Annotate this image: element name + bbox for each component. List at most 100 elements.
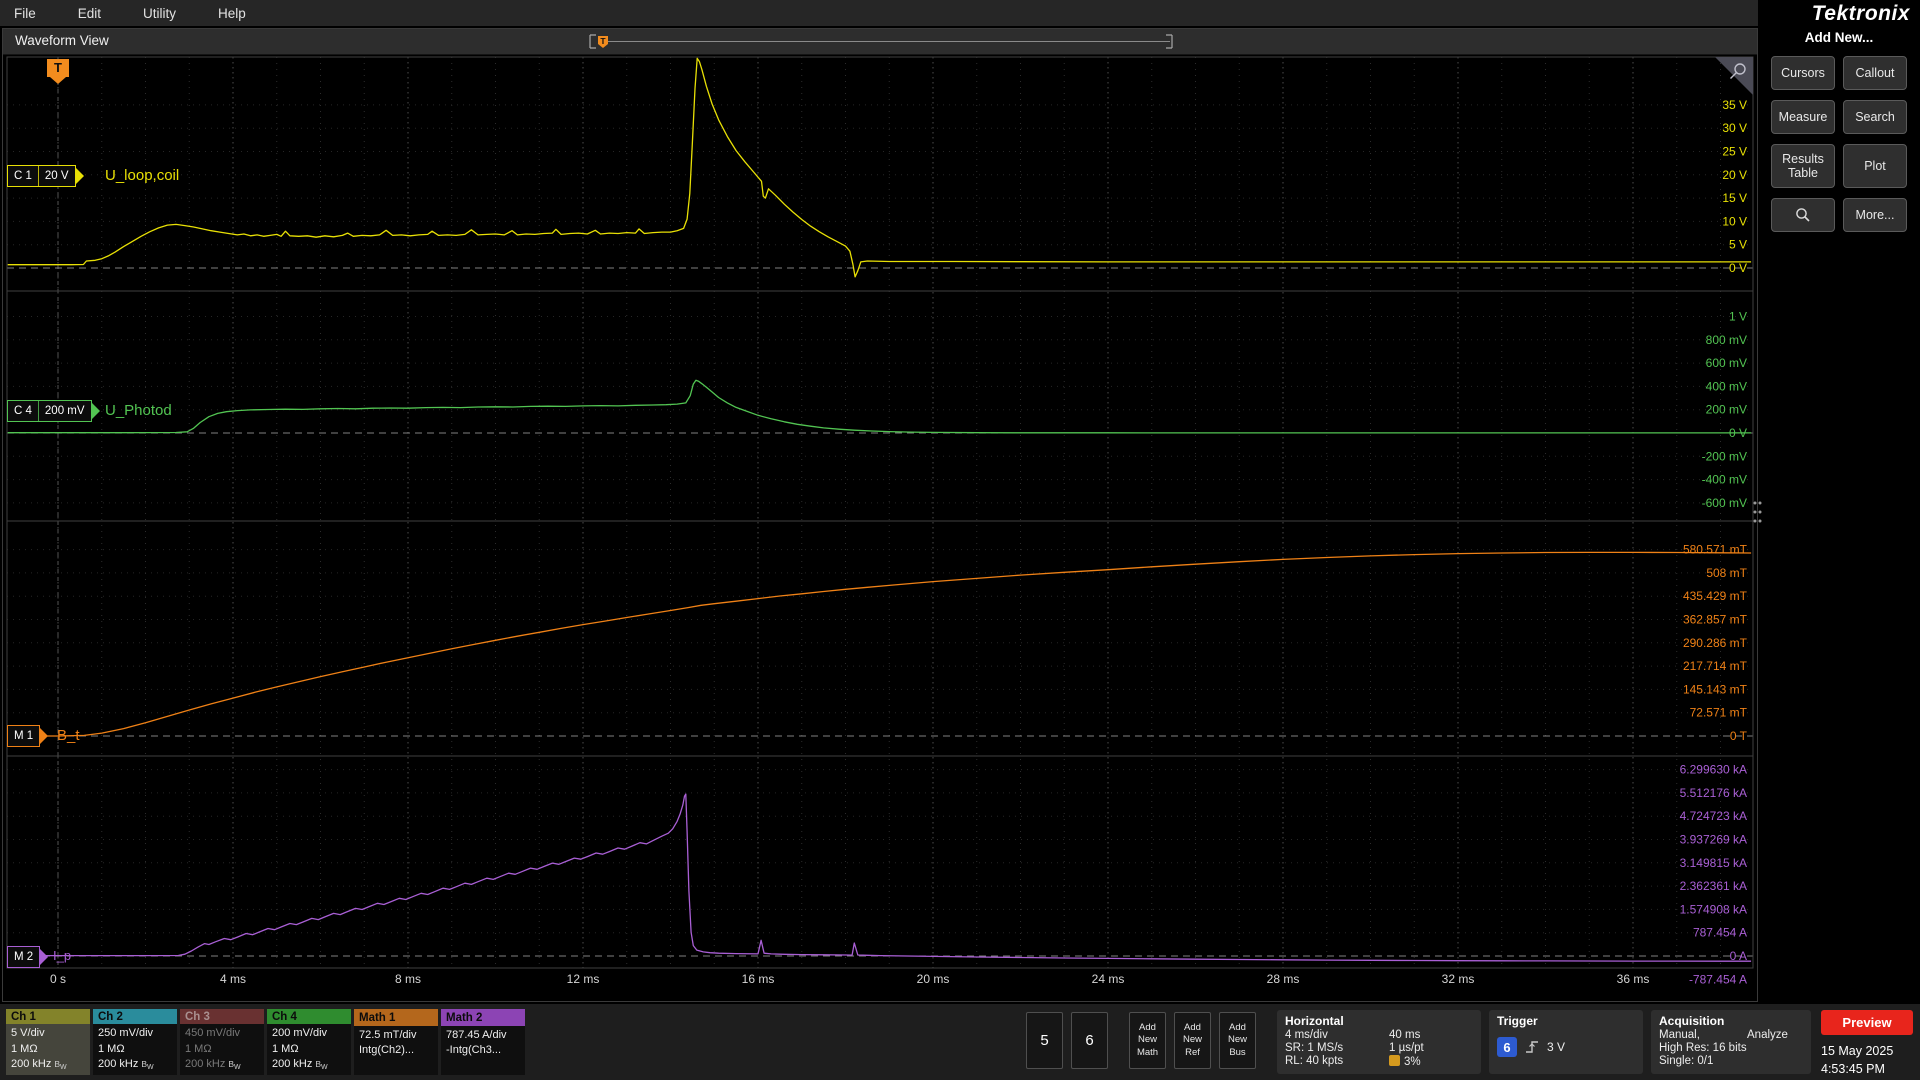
acquisition-run-mode: Manual, [1659, 1029, 1700, 1041]
ch3-settings-badge[interactable]: Ch 3 450 mV/div 1 MΩ 200 kHz BW [180, 1009, 264, 1075]
math2-badge-title: Math 2 [441, 1009, 525, 1026]
ch2-settings-badge[interactable]: Ch 2 250 mV/div 1 MΩ 200 kHz BW [93, 1009, 177, 1075]
menu-file[interactable]: File [0, 6, 57, 21]
channel1-badge-scale: 20 V [44, 170, 69, 182]
svg-text:4 ms: 4 ms [220, 972, 246, 986]
horizontal-position-indicator[interactable]: T [584, 33, 1178, 51]
math2-badge[interactable]: M 2 [7, 946, 41, 968]
overview-trigger-letter: T [600, 36, 606, 46]
svg-text:787.454 A: 787.454 A [1693, 926, 1747, 940]
horizontal-panel-title: Horizontal [1285, 1014, 1344, 1028]
results-table-button[interactable]: Results Table [1771, 144, 1835, 188]
slot-5-button[interactable]: 5 [1026, 1012, 1063, 1069]
svg-text:3.937269 kA: 3.937269 kA [1680, 833, 1747, 847]
acquisition-mode: High Res: 16 bits [1659, 1042, 1747, 1054]
math1-badge-title: Math 1 [354, 1009, 438, 1026]
svg-text:30 V: 30 V [1722, 121, 1747, 135]
right-panel: Tektronix Add New... Cursors Callout Mea… [1758, 0, 1920, 1004]
svg-text:1.574908 kA: 1.574908 kA [1680, 902, 1747, 916]
measure-button[interactable]: Measure [1771, 100, 1835, 134]
acquisition-settings-panel[interactable]: Acquisition Manual, Analyze High Res: 16… [1651, 1010, 1811, 1074]
trigger-settings-panel[interactable]: Trigger 6 3 V [1489, 1010, 1643, 1074]
svg-text:6.299630 kA: 6.299630 kA [1680, 763, 1747, 777]
svg-text:600 mV: 600 mV [1706, 356, 1747, 370]
ch2-scale: 250 mV/div [98, 1027, 154, 1040]
svg-text:12 ms: 12 ms [567, 972, 600, 986]
channel1-badge[interactable]: C 1 20 V [7, 165, 76, 187]
waveform-view-titlebar[interactable]: Waveform View T [3, 29, 1757, 55]
plot-button[interactable]: Plot [1843, 144, 1907, 188]
svg-text:-400 mV: -400 mV [1702, 473, 1747, 487]
waveform-view-title: Waveform View [15, 33, 109, 48]
math1-scale: 72.5 mT/div [359, 1029, 417, 1041]
svg-text:435.429 mT: 435.429 mT [1683, 589, 1748, 603]
add-new-math-button[interactable]: Add New Math [1129, 1012, 1166, 1069]
svg-text:20 ms: 20 ms [917, 972, 950, 986]
add-new-buttons: Add New Math Add New Ref Add New Bus [1129, 1012, 1256, 1069]
zoom-tool-button[interactable] [1771, 198, 1835, 232]
channel4-badge[interactable]: C 4 200 mV [7, 400, 92, 422]
ch1-settings-badge[interactable]: Ch 1 5 V/div 1 MΩ 200 kHz BW [6, 1009, 90, 1075]
svg-text:508 mT: 508 mT [1706, 566, 1747, 580]
ch1-badge-title: Ch 1 [6, 1009, 90, 1025]
callout-button[interactable]: Callout [1843, 56, 1907, 90]
add-new-heading: Add New... [1804, 30, 1874, 45]
sample-rate: SR: 1 MS/s [1285, 1042, 1344, 1054]
menu-utility[interactable]: Utility [122, 6, 197, 21]
waveform-graticule[interactable]: 35 V 30 V 25 V 20 V 15 V 10 V 5 V 0 V 1 V 800 mV 6… [3, 55, 1757, 1001]
preview-button[interactable]: Preview [1821, 1010, 1913, 1035]
svg-text:290.286 mT: 290.286 mT [1683, 636, 1748, 650]
acquisition-analyze: Analyze [1747, 1029, 1788, 1041]
svg-text:-787.454 A: -787.454 A [1689, 972, 1747, 986]
svg-text:200 mV: 200 mV [1706, 403, 1747, 417]
magnifier-icon [1796, 208, 1810, 222]
bandwidth-limit-tag: BW [54, 1059, 67, 1072]
menu-edit[interactable]: Edit [57, 6, 122, 21]
svg-text:15 V: 15 V [1722, 191, 1747, 205]
add-new-ref-button[interactable]: Add New Ref [1174, 1012, 1211, 1069]
ch3-impedance: 1 MΩ [185, 1042, 212, 1055]
overview-left-bracket [589, 34, 596, 49]
ch4-settings-badge[interactable]: Ch 4 200 mV/div 1 MΩ 200 kHz BW [267, 1009, 351, 1075]
add-new-bus-button[interactable]: Add New Bus [1219, 1012, 1256, 1069]
more-button[interactable]: More... [1843, 198, 1907, 232]
search-button[interactable]: Search [1843, 100, 1907, 134]
ch2-bandwidth: 200 kHz [98, 1058, 139, 1071]
svg-text:0 V: 0 V [1729, 261, 1747, 275]
bottom-status-bar: Ch 1 5 V/div 1 MΩ 200 kHz BW Ch 2 250 mV/… [0, 1004, 1920, 1080]
math2-trace-label: I_p [53, 948, 72, 963]
date-time-display: 15 May 2025 4:53:45 PM [1821, 1042, 1893, 1078]
svg-text:25 V: 25 V [1722, 145, 1747, 159]
svg-text:362.857 mT: 362.857 mT [1683, 613, 1748, 627]
channel-badge-strip: Ch 1 5 V/div 1 MΩ 200 kHz BW Ch 2 250 mV/… [6, 1009, 525, 1075]
ch3-badge-title: Ch 3 [180, 1009, 264, 1025]
record-length: RL: 40 kpts [1285, 1055, 1344, 1067]
slot-buttons: 5 6 [1026, 1012, 1108, 1069]
svg-text:1 V: 1 V [1729, 310, 1747, 324]
svg-text:5.512176 kA: 5.512176 kA [1680, 786, 1747, 800]
menu-bar: File Edit Utility Help [0, 0, 1758, 26]
ch3-bandwidth: 200 kHz [185, 1058, 226, 1071]
acquisition-single: Single: 0/1 [1659, 1055, 1714, 1067]
math1-badge[interactable]: M 1 [7, 725, 41, 747]
ch3-scale: 450 mV/div [185, 1027, 241, 1040]
panel-splitter-handle[interactable] [1751, 498, 1764, 526]
channel4-badge-name: C 4 [14, 405, 32, 417]
ch4-scale: 200 mV/div [272, 1027, 328, 1040]
svg-text:8 ms: 8 ms [395, 972, 421, 986]
ch1-scale: 5 V/div [11, 1027, 45, 1040]
horizontal-settings-panel[interactable]: Horizontal 4 ms/div 40 ms SR: 1 MS/s 1 µ… [1277, 1010, 1481, 1074]
math2-settings-badge[interactable]: Math 2 787.45 A/div -Intg(Ch3... [441, 1009, 525, 1075]
channel4-trace-label: U_Photod [105, 402, 172, 419]
math1-settings-badge[interactable]: Math 1 72.5 mT/div Intg(Ch2)... [354, 1009, 438, 1075]
cursors-button[interactable]: Cursors [1771, 56, 1835, 90]
svg-text:-600 mV: -600 mV [1702, 496, 1747, 510]
svg-text:4.724723 kA: 4.724723 kA [1680, 809, 1747, 823]
slot-6-button[interactable]: 6 [1071, 1012, 1108, 1069]
grip-dots-icon [1753, 501, 1762, 523]
trigger-position-flag[interactable]: T [47, 59, 69, 84]
menu-help[interactable]: Help [197, 6, 267, 21]
svg-text:400 mV: 400 mV [1706, 379, 1747, 393]
tektronix-logo: Tektronix [1811, 2, 1910, 25]
ch1-bandwidth: 200 kHz [11, 1058, 52, 1071]
